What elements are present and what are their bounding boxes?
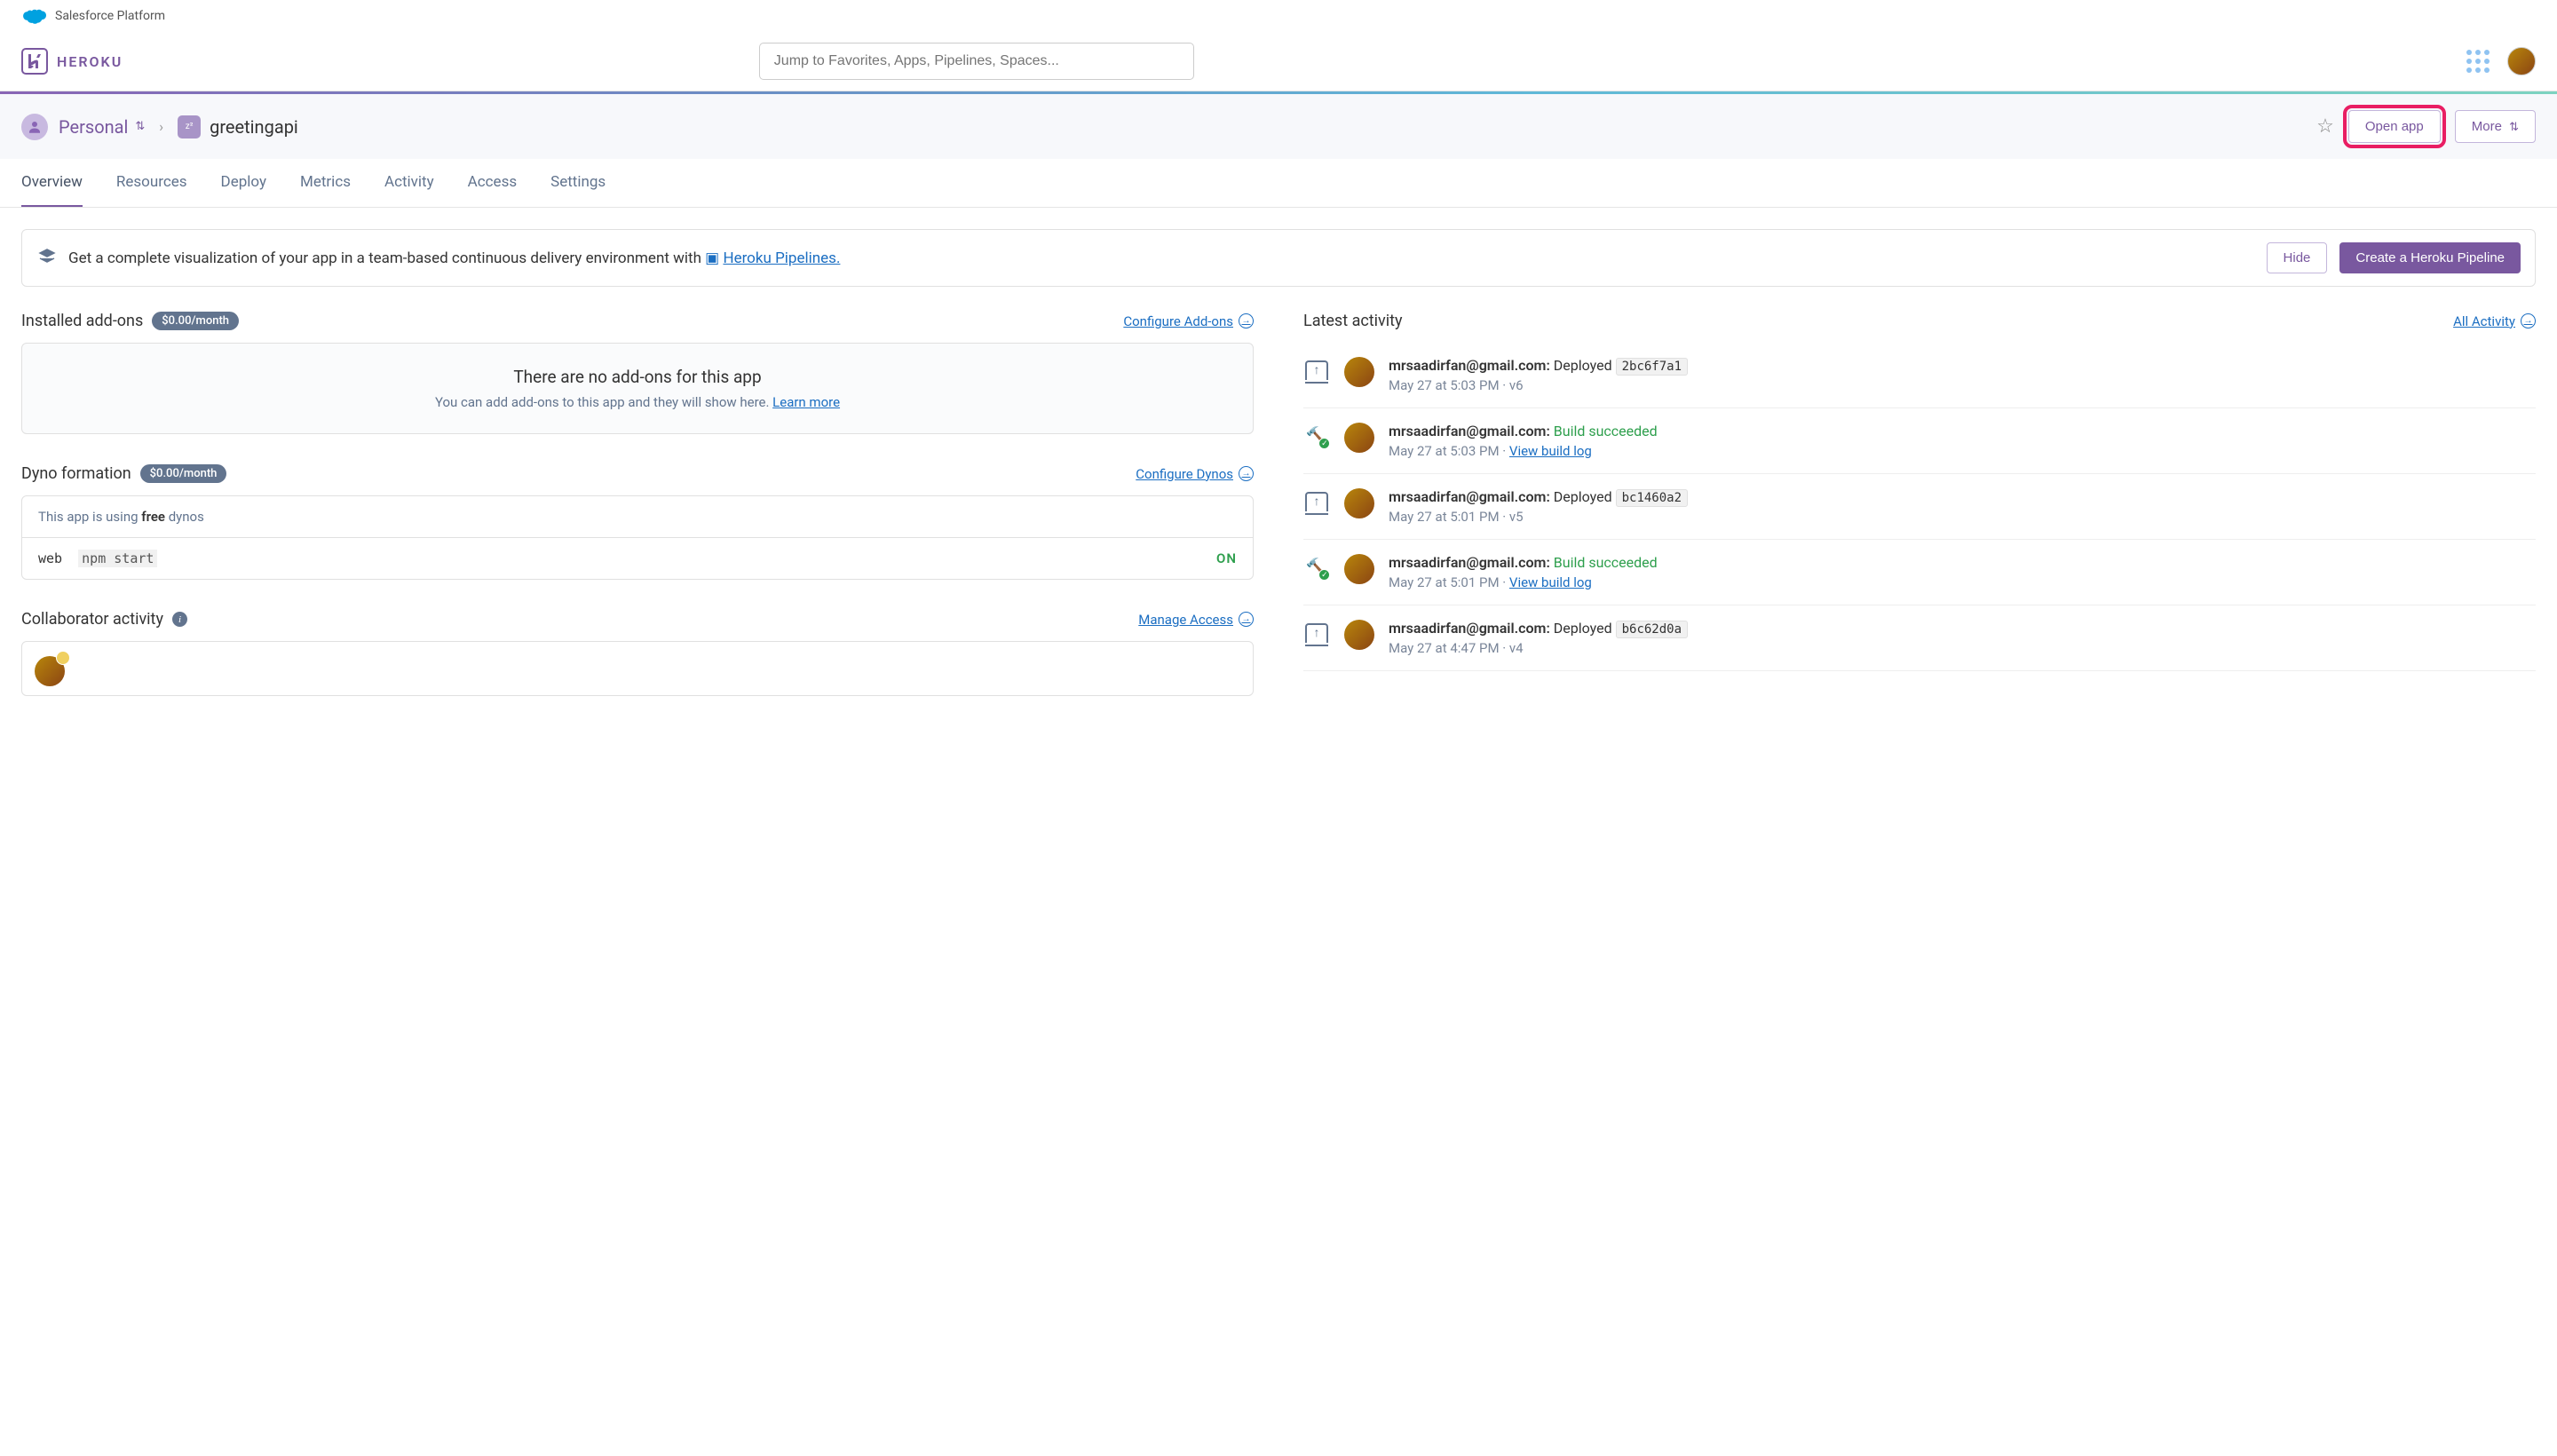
addons-price-pill: $0.00/month xyxy=(152,312,239,330)
activity-body: mrsaadirfan@gmail.com: Deployed b6c62d0a… xyxy=(1389,620,2536,656)
team-link[interactable]: Personal xyxy=(59,116,128,138)
activity-user-avatar[interactable] xyxy=(1344,620,1374,650)
right-column: Latest activity All Activity→ mrsaadirfa… xyxy=(1303,312,2536,696)
activity-line2: May 27 at 5:03 PM · v6 xyxy=(1389,377,2536,393)
all-activity-link[interactable]: All Activity→ xyxy=(2453,313,2536,329)
activity-item: mrsaadirfan@gmail.com: Deployed 2bc6f7a1… xyxy=(1303,343,2536,408)
info-icon[interactable]: i xyxy=(172,612,187,627)
dyno-plan-row: This app is using free dynos xyxy=(22,496,1253,538)
favorite-star-icon[interactable]: ☆ xyxy=(2316,115,2334,138)
tab-access[interactable]: Access xyxy=(468,159,517,207)
activity-line1: mrsaadirfan@gmail.com: Build succeeded xyxy=(1389,423,2536,439)
activity-body: mrsaadirfan@gmail.com: Deployed 2bc6f7a1… xyxy=(1389,357,2536,393)
open-app-button[interactable]: Open app xyxy=(2348,110,2441,143)
dyno-process-row: web npm start ON xyxy=(22,538,1253,579)
activity-line2: May 27 at 5:01 PM · v5 xyxy=(1389,509,2536,525)
team-chevron-icon[interactable]: ⇅ xyxy=(135,120,145,133)
tab-activity[interactable]: Activity xyxy=(384,159,434,207)
tab-overview[interactable]: Overview xyxy=(21,159,83,207)
build-icon: 🔨✓ xyxy=(1303,554,1330,581)
tabs: Overview Resources Deploy Metrics Activi… xyxy=(0,159,2557,208)
configure-dynos-link[interactable]: Configure Dynos→ xyxy=(1136,466,1254,482)
pipeline-banner-icon xyxy=(36,248,58,269)
activity-line1: mrsaadirfan@gmail.com: Build succeeded xyxy=(1389,554,2536,571)
dyno-price-pill: $0.00/month xyxy=(140,464,227,483)
apps-switcher-icon[interactable] xyxy=(2466,50,2490,73)
app-name: greetingapi xyxy=(210,116,298,138)
collab-title: Collaborator activity i xyxy=(21,610,187,629)
dyno-box: This app is using free dynos web npm sta… xyxy=(21,495,1254,580)
activity-item: 🔨✓ mrsaadirfan@gmail.com: Build succeeded… xyxy=(1303,540,2536,605)
activity-item: 🔨✓ mrsaadirfan@gmail.com: Build succeeded… xyxy=(1303,408,2536,474)
view-build-log-link[interactable]: View build log xyxy=(1509,443,1592,459)
heroku-logo-text[interactable]: HEROKU xyxy=(57,53,123,70)
activity-line2: May 27 at 5:03 PM · View build log xyxy=(1389,443,2536,459)
activity-line1: mrsaadirfan@gmail.com: Deployed 2bc6f7a1 xyxy=(1389,357,2536,374)
create-pipeline-button[interactable]: Create a Heroku Pipeline xyxy=(2339,242,2521,273)
tab-metrics[interactable]: Metrics xyxy=(300,159,351,207)
search-input[interactable] xyxy=(759,43,1194,80)
addons-empty-text: You can add add-ons to this app and they… xyxy=(45,394,1230,410)
pipeline-link[interactable]: Heroku Pipelines. xyxy=(723,249,840,267)
arrow-right-icon: → xyxy=(2521,313,2536,328)
deploy-icon xyxy=(1303,620,1330,646)
activity-line1: mrsaadirfan@gmail.com: Deployed b6c62d0a xyxy=(1389,620,2536,637)
deploy-icon xyxy=(1303,488,1330,515)
build-icon: 🔨✓ xyxy=(1303,423,1330,449)
salesforce-cloud-icon xyxy=(21,7,46,25)
activity-line2: May 27 at 5:01 PM · View build log xyxy=(1389,574,2536,590)
left-column: Installed add-ons $0.00/month Configure … xyxy=(21,312,1254,696)
activity-body: mrsaadirfan@gmail.com: Build succeeded Ma… xyxy=(1389,423,2536,459)
tab-settings[interactable]: Settings xyxy=(550,159,606,207)
dyno-status: ON xyxy=(1216,550,1237,566)
hide-banner-button[interactable]: Hide xyxy=(2267,242,2328,273)
addons-learn-more-link[interactable]: Learn more xyxy=(772,394,840,410)
activity-user-avatar[interactable] xyxy=(1344,488,1374,518)
addons-empty-title: There are no add-ons for this app xyxy=(45,367,1230,387)
salesforce-bar: Salesforce Platform xyxy=(0,0,2557,32)
team-avatar-icon[interactable] xyxy=(21,114,48,140)
configure-addons-link[interactable]: Configure Add-ons→ xyxy=(1123,313,1254,329)
deploy-icon xyxy=(1303,357,1330,384)
arrow-right-icon: → xyxy=(1239,466,1254,481)
activity-title: Latest activity xyxy=(1303,312,1403,330)
pipeline-link-icon: ▣ xyxy=(705,249,719,267)
pipeline-banner: Get a complete visualization of your app… xyxy=(21,229,2536,287)
pipeline-banner-text: Get a complete visualization of your app… xyxy=(68,249,840,267)
activity-body: mrsaadirfan@gmail.com: Deployed bc1460a2… xyxy=(1389,488,2536,525)
dyno-title: Dyno formation $0.00/month xyxy=(21,464,226,483)
activity-user-avatar[interactable] xyxy=(1344,357,1374,387)
app-icon: z² xyxy=(178,115,201,138)
manage-access-link[interactable]: Manage Access→ xyxy=(1138,612,1254,628)
activity-line2: May 27 at 4:47 PM · v4 xyxy=(1389,640,2536,656)
arrow-right-icon: → xyxy=(1239,612,1254,627)
user-avatar[interactable] xyxy=(2507,47,2536,75)
tab-deploy[interactable]: Deploy xyxy=(221,159,266,207)
collab-owner-avatar[interactable] xyxy=(35,656,65,686)
breadcrumb-bar: Personal ⇅ › z² greetingapi ☆ Open app M… xyxy=(0,94,2557,159)
arrow-right-icon: → xyxy=(1239,313,1254,328)
addons-empty-box: There are no add-ons for this app You ca… xyxy=(21,343,1254,434)
activity-line1: mrsaadirfan@gmail.com: Deployed bc1460a2 xyxy=(1389,488,2536,505)
tab-resources[interactable]: Resources xyxy=(116,159,187,207)
more-button[interactable]: More ⇅ xyxy=(2455,110,2536,143)
heroku-logo-icon[interactable] xyxy=(21,48,48,75)
crown-icon xyxy=(56,651,70,665)
addons-title: Installed add-ons $0.00/month xyxy=(21,312,239,330)
activity-item: mrsaadirfan@gmail.com: Deployed b6c62d0a… xyxy=(1303,605,2536,671)
collab-box xyxy=(21,641,1254,696)
activity-user-avatar[interactable] xyxy=(1344,423,1374,453)
breadcrumb-separator-icon: › xyxy=(159,118,163,135)
activity-user-avatar[interactable] xyxy=(1344,554,1374,584)
activity-list: mrsaadirfan@gmail.com: Deployed 2bc6f7a1… xyxy=(1303,343,2536,671)
main-header: HEROKU xyxy=(0,32,2557,91)
view-build-log-link[interactable]: View build log xyxy=(1509,574,1592,590)
salesforce-label: Salesforce Platform xyxy=(55,9,165,23)
content: Get a complete visualization of your app… xyxy=(0,208,2557,717)
activity-body: mrsaadirfan@gmail.com: Build succeeded Ma… xyxy=(1389,554,2536,590)
activity-item: mrsaadirfan@gmail.com: Deployed bc1460a2… xyxy=(1303,474,2536,540)
